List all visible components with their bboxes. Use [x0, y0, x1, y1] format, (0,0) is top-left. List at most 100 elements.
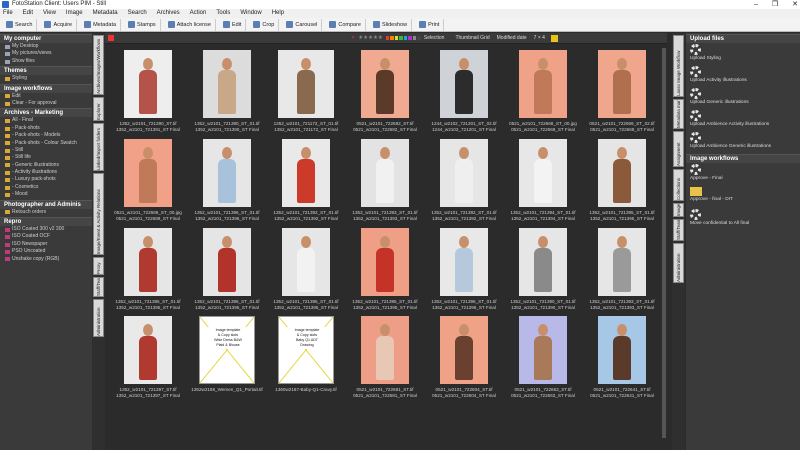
slideshow-button[interactable]: Slideshow — [369, 18, 413, 31]
menu-item[interactable]: Window — [240, 9, 261, 18]
tree-item[interactable]: Clear - For approval — [0, 100, 92, 107]
thumbnail-cell[interactable]: 0521_w2101_722689_ST_00.jpg 0521_w2101_72… — [109, 135, 187, 223]
metadata-button[interactable]: Metadata — [80, 18, 122, 31]
thumbnail-image[interactable] — [361, 316, 409, 384]
menu-item[interactable]: Tools — [216, 9, 230, 18]
edit-button[interactable]: Edit — [219, 18, 247, 31]
grid-scrollbar[interactable] — [661, 46, 667, 450]
thumbnail-cell[interactable]: 0521_w2101_722641_ST.tif 0521_w2101_72264… — [583, 312, 661, 400]
thumbnail-cell[interactable]: 1352_w2101_721396_ST_01.tif 1352_w2101_72… — [188, 135, 266, 223]
thumbnail-image[interactable] — [440, 50, 488, 118]
workflow-item[interactable]: Upload Ambience Generic illustrations — [686, 132, 800, 153]
thumbnail-image[interactable] — [519, 228, 567, 296]
thumbnail-cell[interactable]: 1352_w2101_721395_ST_01.tif 1352_w2101_72… — [583, 135, 661, 223]
vertical-tab[interactable]: Proxy — [93, 257, 104, 275]
panel-section-title[interactable]: Themes — [0, 66, 92, 76]
tree-item[interactable]: Styling — [0, 75, 92, 82]
thumbnail-cell[interactable]: 1352_w2101_721395_ST_01.tif 1352_w2101_72… — [188, 224, 266, 312]
vertical-tab[interactable]: Archives/Images/Workflows — [93, 35, 104, 95]
thumbnail-cell[interactable]: 1352_w2101_721393_ST_01.tif 1352_w2101_72… — [346, 135, 424, 223]
tree-item[interactable]: - Mood — [0, 191, 92, 198]
tree-item[interactable]: - Still life — [0, 154, 92, 161]
thumbnail-cell[interactable]: 1352_w2101_721392_ST_01.tif 1352_w2101_72… — [267, 135, 345, 223]
tree-item[interactable]: - Activity illustrations — [0, 169, 92, 176]
menu-item[interactable]: Metadata — [93, 9, 118, 18]
vertical-tab[interactable]: Image/Event & Activity Relations — [93, 173, 104, 255]
thumbnail-image[interactable] — [124, 228, 172, 296]
thumbnail-cell[interactable]: 1352_w2101_721395_ST_01.tif 1352_w2101_72… — [267, 224, 345, 312]
vertical-tab[interactable]: Staff/Team — [93, 277, 104, 297]
thumbnail-image[interactable] — [440, 139, 488, 207]
tree-item[interactable]: - Pack-shots - Models — [0, 132, 92, 139]
workflow-item[interactable]: Upload Styling — [686, 44, 800, 65]
print-button[interactable]: Print — [415, 18, 445, 31]
panel-section-title[interactable]: Image workflows — [0, 83, 92, 93]
vertical-tab[interactable]: Assignment — [673, 131, 684, 167]
vertical-tab[interactable]: Linked/Import folders — [93, 123, 104, 171]
thumbnail-image[interactable] — [278, 50, 334, 118]
vertical-tab[interactable]: Lasso Image Workflow — [673, 35, 684, 97]
vertical-tab[interactable]: Collections — [673, 169, 684, 201]
thumbnail-cell[interactable]: 1352_w2101_721172_ST_01.tif 1352_w2101_72… — [267, 46, 345, 134]
panel-section-title[interactable]: Photographer and Adminis — [0, 199, 92, 209]
thumbnail-image[interactable] — [124, 139, 172, 207]
tree-item[interactable]: ISO Newspaper — [0, 241, 92, 248]
acquire-button[interactable]: Acquire — [40, 18, 78, 31]
stamps-button[interactable]: Stamps — [124, 18, 161, 31]
thumbnail-image[interactable] — [361, 50, 409, 118]
tree-item[interactable]: - Generic illustrations — [0, 162, 92, 169]
tree-item[interactable]: ISO Coated 300 v2 300 — [0, 226, 92, 233]
panel-section-title[interactable]: Image workflows — [686, 154, 800, 163]
panel-section-title[interactable]: Upload files — [686, 34, 800, 43]
search-button[interactable]: Search — [2, 18, 38, 31]
color-swatches[interactable] — [385, 36, 421, 40]
rating-stars[interactable]: ★★★★★ — [358, 35, 383, 41]
compare-button[interactable]: Compare — [325, 18, 366, 31]
tree-item[interactable]: Edit — [0, 93, 92, 100]
selection-dropdown[interactable]: Selection — [424, 35, 445, 41]
tree-item[interactable]: Retouch orders — [0, 209, 92, 216]
thumbnail-cell[interactable]: 1352_w2101_721390_ST_01.tif 1352_w2101_72… — [188, 46, 266, 134]
thumbnail-cell[interactable]: Image template & Copy slots Baby Q1 ADT Dra… — [267, 312, 345, 400]
workflow-item[interactable]: Approve - final - DIT — [686, 187, 800, 208]
thumbnail-cell[interactable]: 1352_w2101_721390_ST_01.tif 1352_w2101_72… — [504, 224, 582, 312]
close-icon[interactable]: ✕ — [792, 0, 798, 9]
thumbnail-cell[interactable]: 1352_w2101_721397_ST.tif 1352_w2101_72139… — [109, 312, 187, 400]
reject-icon[interactable]: ✕ — [351, 35, 355, 41]
workflow-item[interactable]: Upload Generic illustrations — [686, 88, 800, 109]
thumbnail-cell[interactable]: 1352_w2101_721390_ST.tif 1352_w2101_72139… — [109, 46, 187, 134]
thumbnail-cell[interactable]: 0521_w2101_722682_ST.tif 0521_w2101_72268… — [346, 46, 424, 134]
thumbnail-cell[interactable]: 1352_w2101_721393_ST_01.tif 1352_w2101_72… — [583, 224, 661, 312]
thumbnail-cell[interactable]: 0521_w2101_722604_ST.tif 0521_w2101_72260… — [425, 312, 503, 400]
thumbnail-cell[interactable]: 1352_w2101_721396_ST_01.tif 1352_w2101_72… — [425, 224, 503, 312]
vertical-tab[interactable]: Administration — [673, 243, 684, 283]
panel-section-title[interactable]: My computer — [0, 34, 92, 43]
tree-item[interactable]: Show files — [0, 58, 92, 65]
thumbnail-image[interactable] — [203, 50, 251, 118]
thumbnail-cell[interactable]: 0521_w2101_722663_ST.tif 0521_w2101_72266… — [504, 312, 582, 400]
sort-dropdown[interactable]: Modified date — [497, 35, 527, 41]
thumbnail-image[interactable] — [282, 139, 330, 207]
maximize-icon[interactable]: ❐ — [772, 0, 778, 9]
tree-item[interactable]: All - Final — [0, 117, 92, 124]
menu-item[interactable]: View — [43, 9, 56, 18]
grid-size[interactable]: 7 × 4 — [534, 35, 545, 41]
vertical-tab[interactable]: Image — [673, 203, 684, 217]
thumbnail-image[interactable] — [598, 228, 646, 296]
panel-section-title[interactable]: Archives - Marketing — [0, 108, 92, 118]
panel-section-title[interactable]: Repro — [0, 217, 92, 227]
vertical-tab[interactable]: Staff/Team — [673, 219, 684, 241]
tree-item[interactable]: - Still — [0, 147, 92, 154]
tree-item[interactable]: - Cosmetics — [0, 184, 92, 191]
minimize-icon[interactable]: – — [754, 0, 758, 9]
thumbnail-cell[interactable]: 1352_w2101_721395_ST_01.tif 1352_w2101_72… — [346, 224, 424, 312]
thumbnail-cell[interactable]: 1352_w2101_721394_ST_01.tif 1352_w2101_72… — [504, 135, 582, 223]
thumbnail-image[interactable] — [519, 50, 567, 118]
thumbnail-image[interactable]: Image template & Copy slots Wide Dress B&W… — [199, 316, 255, 384]
thumbnail-cell[interactable]: 0521_w2101_722668_ST_00.jpg 0521_w2101_72… — [504, 46, 582, 134]
filter-icon[interactable] — [550, 34, 558, 42]
thumbnail-image[interactable] — [361, 228, 409, 296]
thumbnail-cell[interactable]: 1244_w2102_721201_ST_02.tif 1244_w2102_72… — [425, 46, 503, 134]
thumbnail-image[interactable] — [282, 228, 330, 296]
attach-license-button[interactable]: Attach license — [164, 18, 216, 31]
